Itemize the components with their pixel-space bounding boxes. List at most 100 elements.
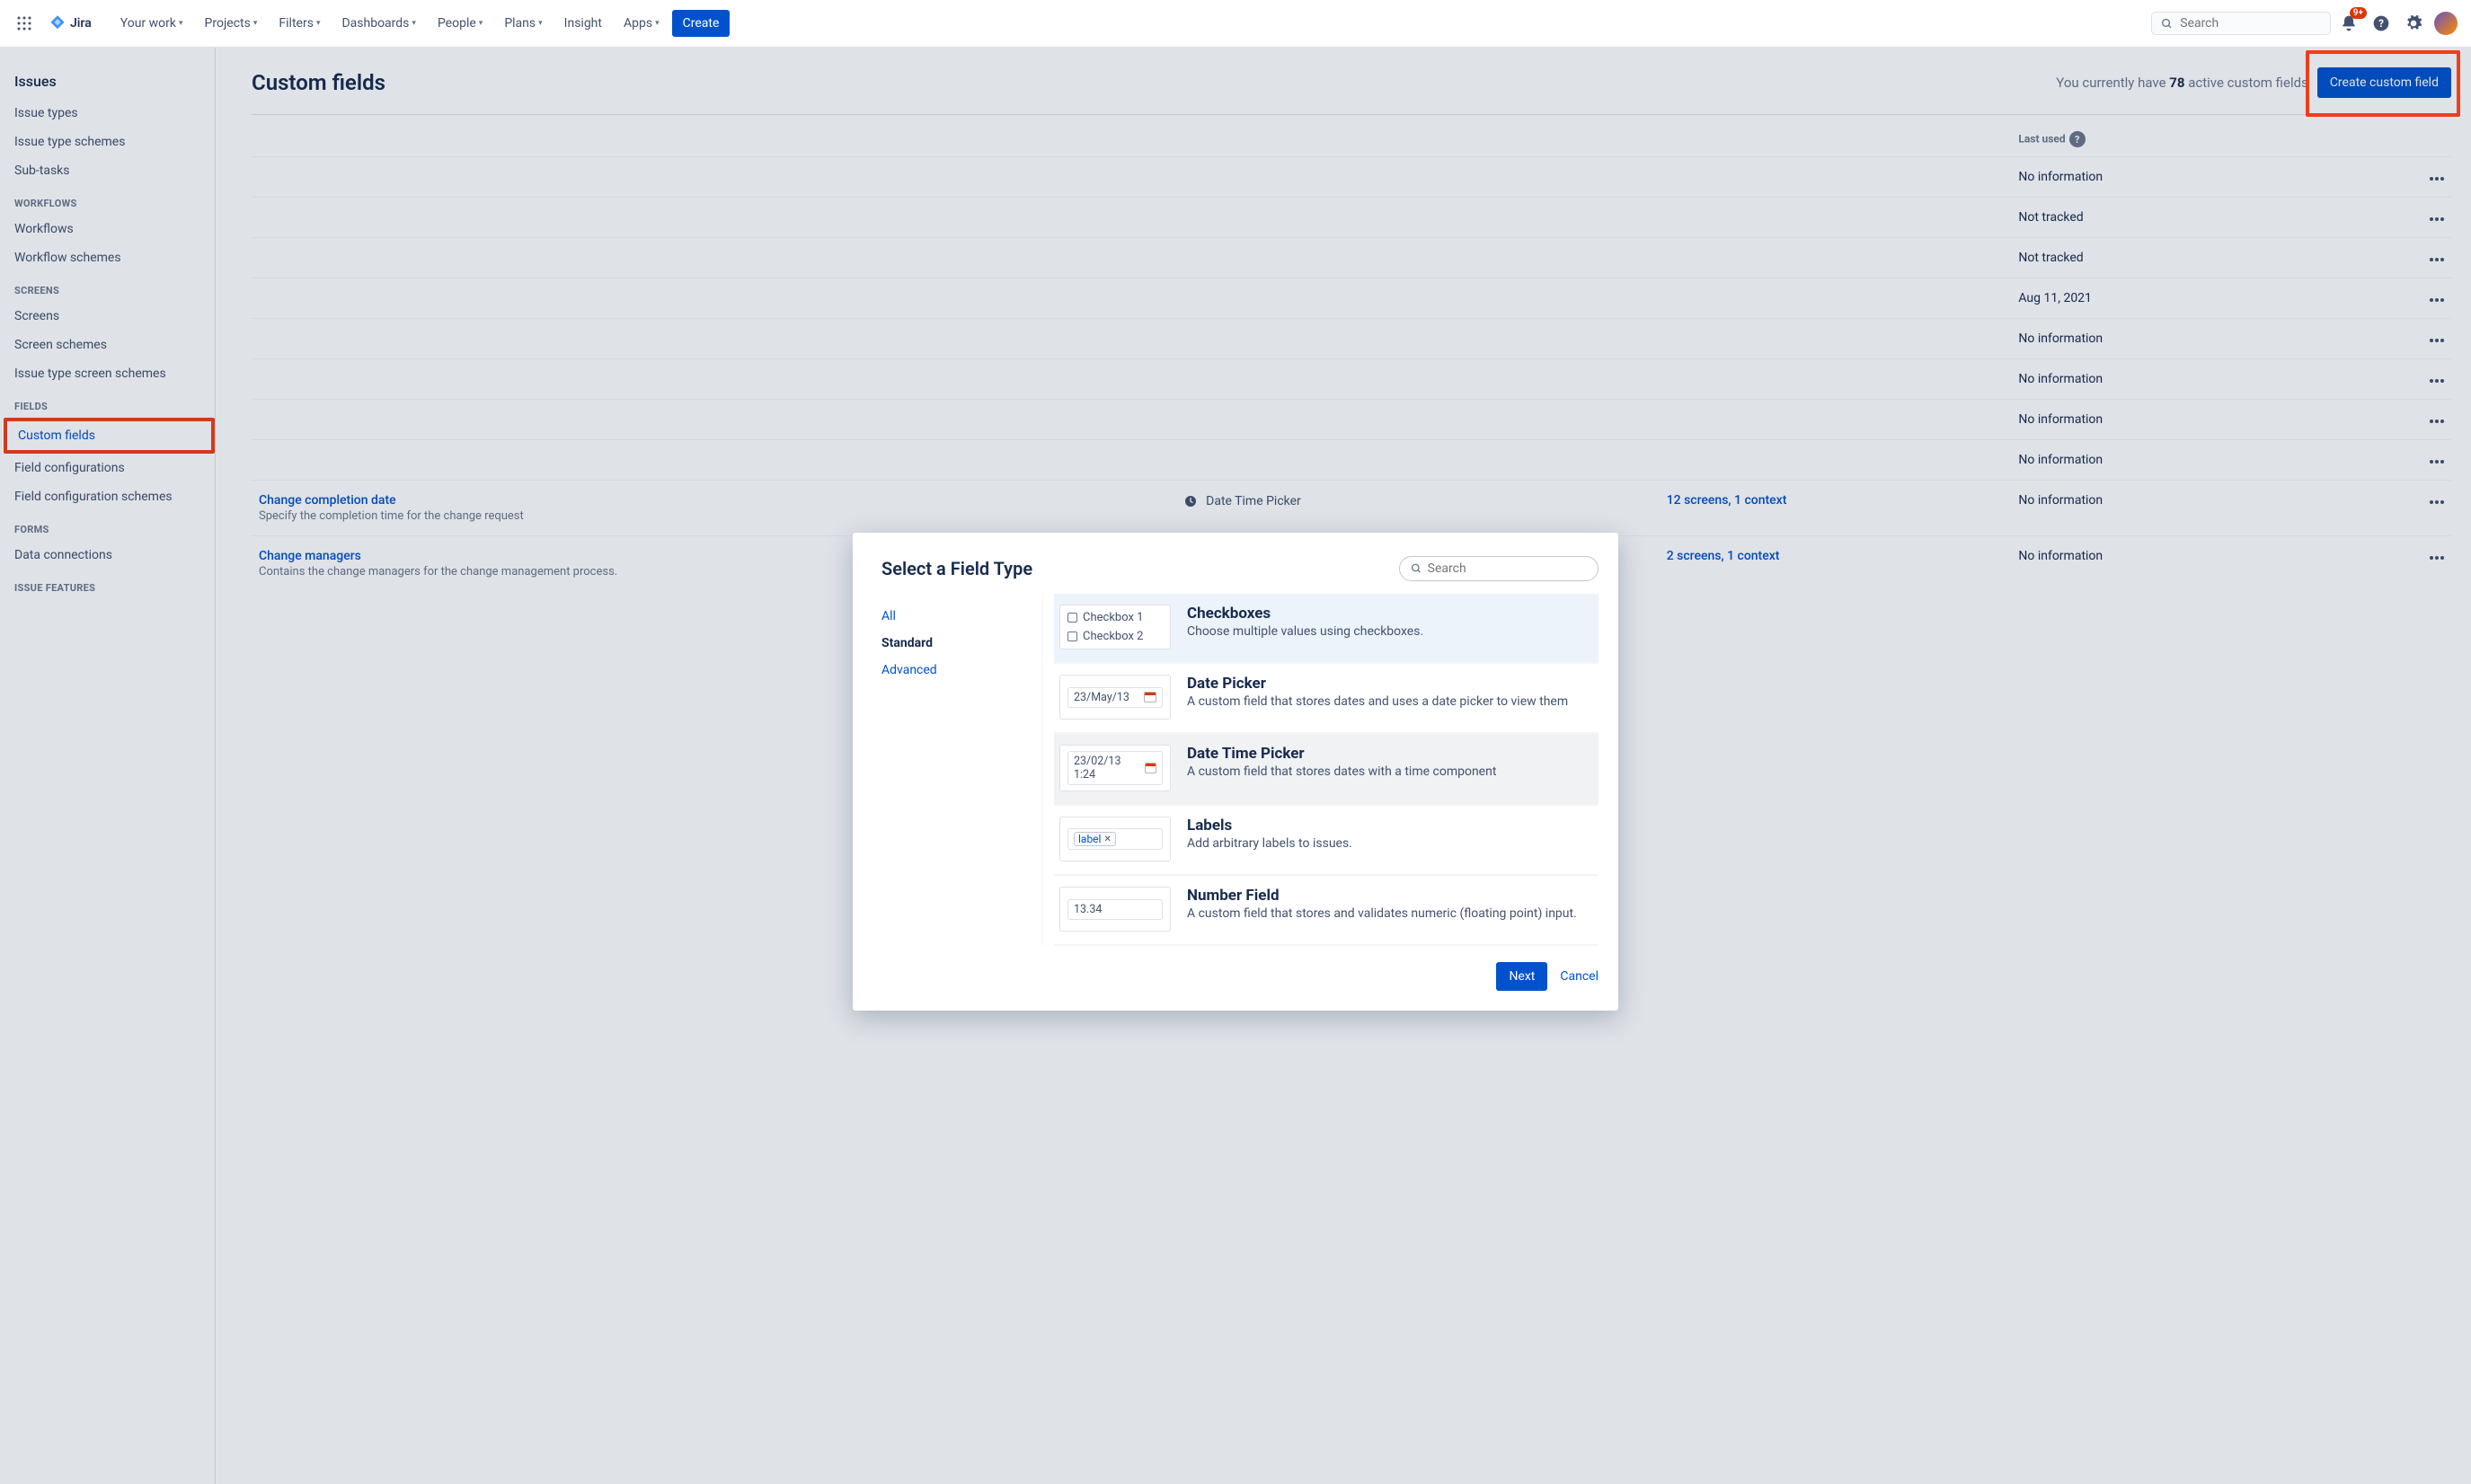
sidebar-heading-forms: FORMS — [4, 511, 215, 541]
sidebar-item-workflows[interactable]: Workflows — [4, 215, 215, 243]
help-icon[interactable]: ? — [2069, 131, 2086, 147]
app-switcher-icon[interactable] — [11, 10, 38, 37]
settings-icon[interactable] — [2399, 9, 2428, 38]
table-row: Change completion dateSpecify the comple… — [252, 481, 2451, 536]
field-type-title: Date Time Picker — [1187, 745, 1496, 763]
active-fields-count: You currently have 78 active custom fiel… — [2056, 75, 2308, 91]
help-icon[interactable]: ? — [2367, 9, 2396, 38]
field-type-option[interactable]: 23/May/13Date PickerA custom field that … — [1054, 664, 1599, 734]
create-button[interactable]: Create — [672, 10, 731, 37]
chevron-down-icon: ▾ — [479, 19, 483, 28]
screens-link[interactable]: 2 screens, 1 context — [1667, 549, 1780, 563]
last-used-value: Not tracked — [2011, 238, 2319, 278]
divider — [252, 114, 2451, 115]
more-actions-icon[interactable] — [2430, 420, 2444, 423]
sidebar-item-workflow-schemes[interactable]: Workflow schemes — [4, 243, 215, 272]
field-type-thumbnail: 13.34 — [1059, 887, 1171, 932]
field-name-link[interactable]: Change completion date — [259, 493, 1168, 508]
screens-link[interactable]: 12 screens, 1 context — [1667, 493, 1787, 508]
more-actions-icon[interactable] — [2430, 298, 2444, 302]
sidebar-issues[interactable]: Issues — [4, 64, 215, 99]
table-row: Not tracked — [252, 198, 2451, 238]
field-type-thumbnail: label ✕ — [1059, 817, 1171, 861]
field-type-option[interactable]: 13.34Number FieldA custom field that sto… — [1054, 876, 1599, 946]
notification-badge: 9+ — [2350, 7, 2367, 19]
more-actions-icon[interactable] — [2430, 379, 2444, 383]
sidebar-heading-screens: SCREENS — [4, 272, 215, 302]
field-type-title: Labels — [1187, 817, 1352, 835]
last-used-value: No information — [2011, 157, 2319, 198]
modal-search-input[interactable] — [1428, 561, 1587, 576]
field-type-list: Checkbox 1Checkbox 2CheckboxesChoose mul… — [1043, 594, 1599, 946]
sidebar-item-issue-type-screen-schemes[interactable]: Issue type screen schemes — [4, 359, 215, 388]
next-button[interactable]: Next — [1496, 962, 1547, 991]
notifications-icon[interactable]: 9+ — [2334, 9, 2363, 38]
cancel-link[interactable]: Cancel — [1560, 969, 1599, 984]
sidebar-item-screens[interactable]: Screens — [4, 302, 215, 331]
jira-logo[interactable]: Jira — [41, 14, 99, 32]
modal-tab-advanced[interactable]: Advanced — [881, 657, 1033, 684]
last-used-value: No information — [2011, 400, 2319, 440]
logo-text: Jira — [70, 16, 92, 31]
last-used-value: No information — [2011, 481, 2319, 536]
nav-filters[interactable]: Filters▾ — [270, 11, 329, 36]
field-type-description: A custom field that stores and validates… — [1187, 906, 1577, 921]
sidebar-item-issue-type-schemes[interactable]: Issue type schemes — [4, 128, 215, 156]
chevron-down-icon: ▾ — [412, 19, 416, 28]
field-type-thumbnail: 23/02/13 1:24 — [1059, 745, 1171, 791]
svg-text:?: ? — [2378, 17, 2384, 30]
search-icon — [1411, 562, 1422, 575]
sidebar-item-issue-types[interactable]: Issue types — [4, 99, 215, 128]
nav-apps[interactable]: Apps▾ — [615, 11, 669, 36]
global-search[interactable] — [2151, 12, 2331, 35]
table-row: No information — [252, 157, 2451, 198]
modal-tab-standard[interactable]: Standard — [881, 630, 1033, 657]
col-last-used: Last used — [2018, 133, 2065, 146]
admin-sidebar: Issues Issue types Issue type schemes Su… — [0, 48, 216, 1484]
profile-avatar[interactable] — [2431, 9, 2460, 38]
more-actions-icon[interactable] — [2430, 500, 2444, 504]
sidebar-item-data-connections[interactable]: Data connections — [4, 541, 215, 570]
more-actions-icon[interactable] — [2430, 217, 2444, 221]
sidebar-item-field-configurations[interactable]: Field configurations — [4, 454, 215, 482]
nav-projects[interactable]: Projects▾ — [196, 11, 267, 36]
field-type-thumbnail: 23/May/13 — [1059, 675, 1171, 720]
field-description: Specify the completion time for the chan… — [259, 509, 1168, 523]
modal-title: Select a Field Type — [872, 558, 1032, 579]
field-type-label: Date Time Picker — [1206, 494, 1301, 508]
field-type-title: Checkboxes — [1187, 605, 1423, 623]
select-field-type-modal: Select a Field Type All Standard Advance… — [853, 533, 1618, 1011]
top-navigation: Jira Your work▾ Projects▾ Filters▾ Dashb… — [0, 0, 2471, 48]
more-actions-icon[interactable] — [2430, 177, 2444, 181]
field-type-option[interactable]: Checkbox 1Checkbox 2CheckboxesChoose mul… — [1054, 594, 1599, 664]
more-actions-icon[interactable] — [2430, 460, 2444, 464]
more-actions-icon[interactable] — [2430, 556, 2444, 560]
modal-search[interactable] — [1399, 556, 1599, 581]
custom-fields-table: Last used? No informationNot trackedNot … — [252, 122, 2451, 591]
page-title: Custom fields — [252, 70, 385, 95]
field-type-option[interactable]: label ✕LabelsAdd arbitrary labels to iss… — [1054, 806, 1599, 876]
chevron-down-icon: ▾ — [316, 19, 321, 28]
field-type-option[interactable]: 23/02/13 1:24Date Time PickerA custom fi… — [1054, 734, 1599, 806]
clock-icon — [1182, 493, 1199, 509]
nav-dashboards[interactable]: Dashboards▾ — [332, 11, 424, 36]
last-used-value: Aug 11, 2021 — [2011, 278, 2319, 319]
sidebar-item-custom-fields[interactable]: Custom fields — [7, 421, 211, 450]
nav-plans[interactable]: Plans▾ — [495, 11, 551, 36]
nav-people[interactable]: People▾ — [429, 11, 492, 36]
more-actions-icon[interactable] — [2430, 258, 2444, 261]
create-custom-field-button[interactable]: Create custom field — [2317, 67, 2451, 98]
more-actions-icon[interactable] — [2430, 339, 2444, 342]
last-used-value: No information — [2011, 319, 2319, 359]
nav-your-work[interactable]: Your work▾ — [111, 11, 192, 36]
chevron-down-icon: ▾ — [253, 19, 258, 28]
sidebar-item-field-configuration-schemes[interactable]: Field configuration schemes — [4, 482, 215, 511]
nav-insight[interactable]: Insight — [555, 11, 611, 36]
chevron-down-icon: ▾ — [655, 19, 660, 28]
sidebar-item-sub-tasks[interactable]: Sub-tasks — [4, 156, 215, 185]
field-type-title: Date Picker — [1187, 675, 1568, 693]
modal-tab-all[interactable]: All — [881, 603, 1033, 630]
sidebar-heading-workflows: WORKFLOWS — [4, 185, 215, 215]
sidebar-item-screen-schemes[interactable]: Screen schemes — [4, 331, 215, 359]
global-search-input[interactable] — [2180, 16, 2321, 31]
